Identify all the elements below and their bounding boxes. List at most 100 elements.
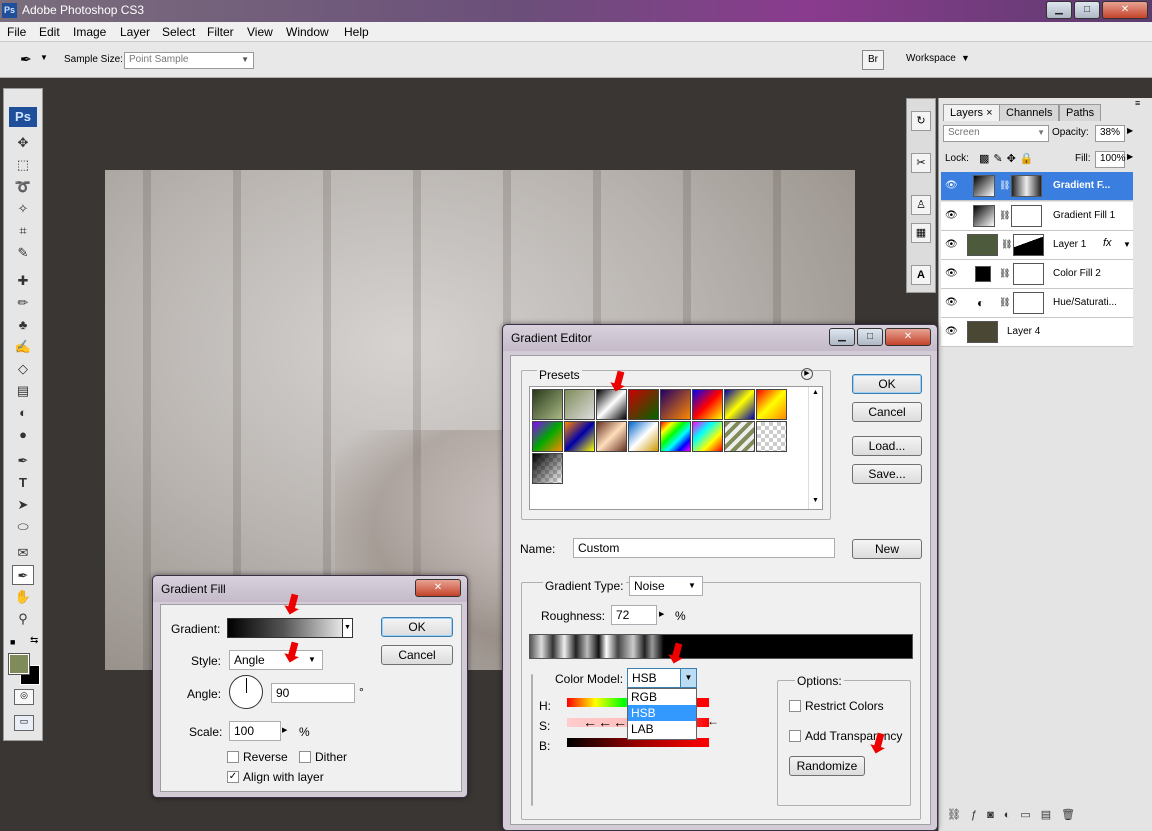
gradient-preview-bar[interactable] (529, 634, 913, 659)
visibility-eye-icon[interactable]: 👁 (945, 210, 958, 222)
close-icon[interactable]: ✕ (415, 579, 461, 597)
preset-swatch[interactable] (532, 389, 563, 420)
visibility-eye-icon[interactable]: 👁 (945, 326, 958, 338)
visibility-eye-icon[interactable]: 👁 (945, 239, 958, 251)
workspace-menu[interactable]: Workspace (906, 53, 956, 64)
menu-select[interactable]: Select (162, 25, 195, 39)
menu-view[interactable]: View (247, 25, 273, 39)
menu-help[interactable]: Help (344, 25, 369, 39)
swap-colors-icon[interactable]: ⇆ (30, 635, 38, 646)
visibility-eye-icon[interactable]: 👁 (945, 180, 958, 192)
minimize-icon[interactable]: ▁ (1046, 1, 1072, 19)
fill-slider-icon[interactable]: ▶ (1127, 152, 1133, 161)
angle-input[interactable]: 90 (271, 683, 355, 703)
option-rgb[interactable]: RGB (628, 689, 696, 705)
panel-menu-icon[interactable]: ≡ (1135, 98, 1140, 108)
blur-tool-icon[interactable]: ◐ (12, 403, 34, 423)
eyedropper-tool-icon[interactable]: ✒ (12, 565, 34, 585)
save-button[interactable]: Save... (852, 464, 922, 484)
name-input[interactable]: Custom (573, 538, 835, 558)
dither-checkbox[interactable] (299, 751, 311, 763)
magic-wand-icon[interactable]: ✧ (12, 199, 34, 219)
crop-tool-icon[interactable]: ⌗ (12, 221, 34, 241)
cancel-button[interactable]: Cancel (381, 645, 453, 665)
preset-swatch[interactable] (724, 389, 755, 420)
zoom-tool-icon[interactable]: ⚲ (12, 609, 34, 629)
color-model-select[interactable]: HSB ▼ (627, 668, 697, 688)
preset-swatch[interactable] (660, 389, 691, 420)
layer-row[interactable]: 👁 ⛓ Gradient Fill 1 (941, 202, 1133, 231)
scale-slider-icon[interactable]: ▶ (282, 722, 294, 740)
quick-mask-icon[interactable]: ◎ (14, 689, 34, 705)
layer-row[interactable]: 👁 ⛓ Layer 1 fx ▼ (941, 231, 1133, 260)
preset-swatch[interactable] (628, 389, 659, 420)
lasso-tool-icon[interactable]: ➰ (12, 177, 34, 197)
reverse-checkbox[interactable] (227, 751, 239, 763)
healing-brush-icon[interactable]: ✚ (12, 271, 34, 291)
path-select-icon[interactable]: ➤ (12, 495, 34, 515)
style-select[interactable]: Angle ▼ (229, 650, 323, 670)
tab-paths[interactable]: Paths (1059, 104, 1102, 121)
marquee-tool-icon[interactable]: ⬚ (12, 155, 34, 175)
clone-stamp-icon[interactable]: ♣ (12, 315, 34, 335)
randomize-button[interactable]: Randomize (789, 756, 865, 776)
menu-window[interactable]: Window (286, 25, 329, 39)
character-panel-icon[interactable]: A (911, 265, 931, 285)
lock-icons[interactable]: ▩✎✥🔒 (979, 152, 1038, 165)
menu-edit[interactable]: Edit (39, 25, 60, 39)
maximize-icon[interactable]: □ (1074, 1, 1100, 19)
preset-swatch[interactable] (628, 421, 659, 452)
align-with-layer-checkbox[interactable]: ✓ (227, 771, 239, 783)
maximize-icon[interactable]: □ (857, 328, 883, 346)
eyedropper-icon[interactable]: ✒ (20, 51, 32, 68)
fx-icon[interactable]: fx (1103, 237, 1112, 249)
gradient-type-select[interactable]: Noise ▼ (629, 576, 703, 596)
fill-input[interactable]: 100% (1095, 151, 1126, 168)
preset-swatch[interactable] (692, 389, 723, 420)
roughness-slider-icon[interactable]: ▶ (659, 606, 671, 624)
opacity-input[interactable]: 38% (1095, 125, 1125, 142)
notes-tool-icon[interactable]: ✉ (12, 543, 34, 563)
add-transparency-checkbox[interactable] (789, 730, 801, 742)
pen-tool-icon[interactable]: ✒ (12, 451, 34, 471)
chevron-down-icon[interactable]: ▼ (40, 53, 48, 62)
option-hsb[interactable]: HSB (628, 705, 696, 721)
hand-tool-icon[interactable]: ✋ (12, 587, 34, 607)
default-colors-icon[interactable]: ■ (10, 637, 15, 647)
bridge-icon[interactable]: Br (862, 50, 884, 70)
visibility-eye-icon[interactable]: 👁 (945, 297, 958, 309)
restrict-colors-checkbox[interactable] (789, 700, 801, 712)
layer-row[interactable]: 👁 ⛓ Color Fill 2 (941, 260, 1133, 289)
type-tool-icon[interactable]: T (12, 473, 34, 493)
dodge-tool-icon[interactable]: ● (12, 425, 34, 445)
tab-channels[interactable]: Channels (999, 104, 1060, 121)
tool-presets-icon[interactable]: ✂ (911, 153, 931, 173)
ok-button[interactable]: OK (381, 617, 453, 637)
load-button[interactable]: Load... (852, 436, 922, 456)
preset-swatch[interactable] (532, 421, 563, 452)
layer-row[interactable]: 👁 ⛓ Gradient F... (941, 172, 1133, 201)
layer-row[interactable]: 👁 ◐ ⛓ Hue/Saturati... (941, 289, 1133, 318)
slice-tool-icon[interactable]: ✎ (12, 243, 34, 263)
screen-mode-icon[interactable]: ▭ (14, 715, 34, 731)
preset-swatch[interactable] (596, 421, 627, 452)
scale-input[interactable]: 100 (229, 721, 281, 741)
preset-swatch[interactable] (564, 389, 595, 420)
chevron-down-icon[interactable]: ▼ (342, 619, 352, 637)
clone-source-icon[interactable]: ♙ (911, 195, 931, 215)
close-icon[interactable]: ✕ (885, 328, 931, 346)
preset-swatch[interactable] (532, 453, 563, 484)
shape-tool-icon[interactable]: ⬭ (12, 517, 34, 537)
gradient-tool-icon[interactable]: ▤ (12, 381, 34, 401)
sample-size-select[interactable]: Point Sample ▼ (124, 52, 254, 69)
close-icon[interactable]: ✕ (1102, 1, 1148, 19)
history-brush-icon[interactable]: ✍ (12, 337, 34, 357)
layer-row[interactable]: 👁 Layer 4 (941, 318, 1133, 347)
chevron-down-icon[interactable]: ▼ (1123, 240, 1131, 249)
close-icon[interactable]: × (986, 107, 992, 119)
new-button[interactable]: New (852, 539, 922, 559)
menu-filter[interactable]: Filter (207, 25, 234, 39)
option-lab[interactable]: LAB (628, 721, 696, 737)
ok-button[interactable]: OK (852, 374, 922, 394)
layer-panel-footer-icons[interactable]: ⛓ƒ◙◐▭▤🗑 (947, 808, 1085, 821)
